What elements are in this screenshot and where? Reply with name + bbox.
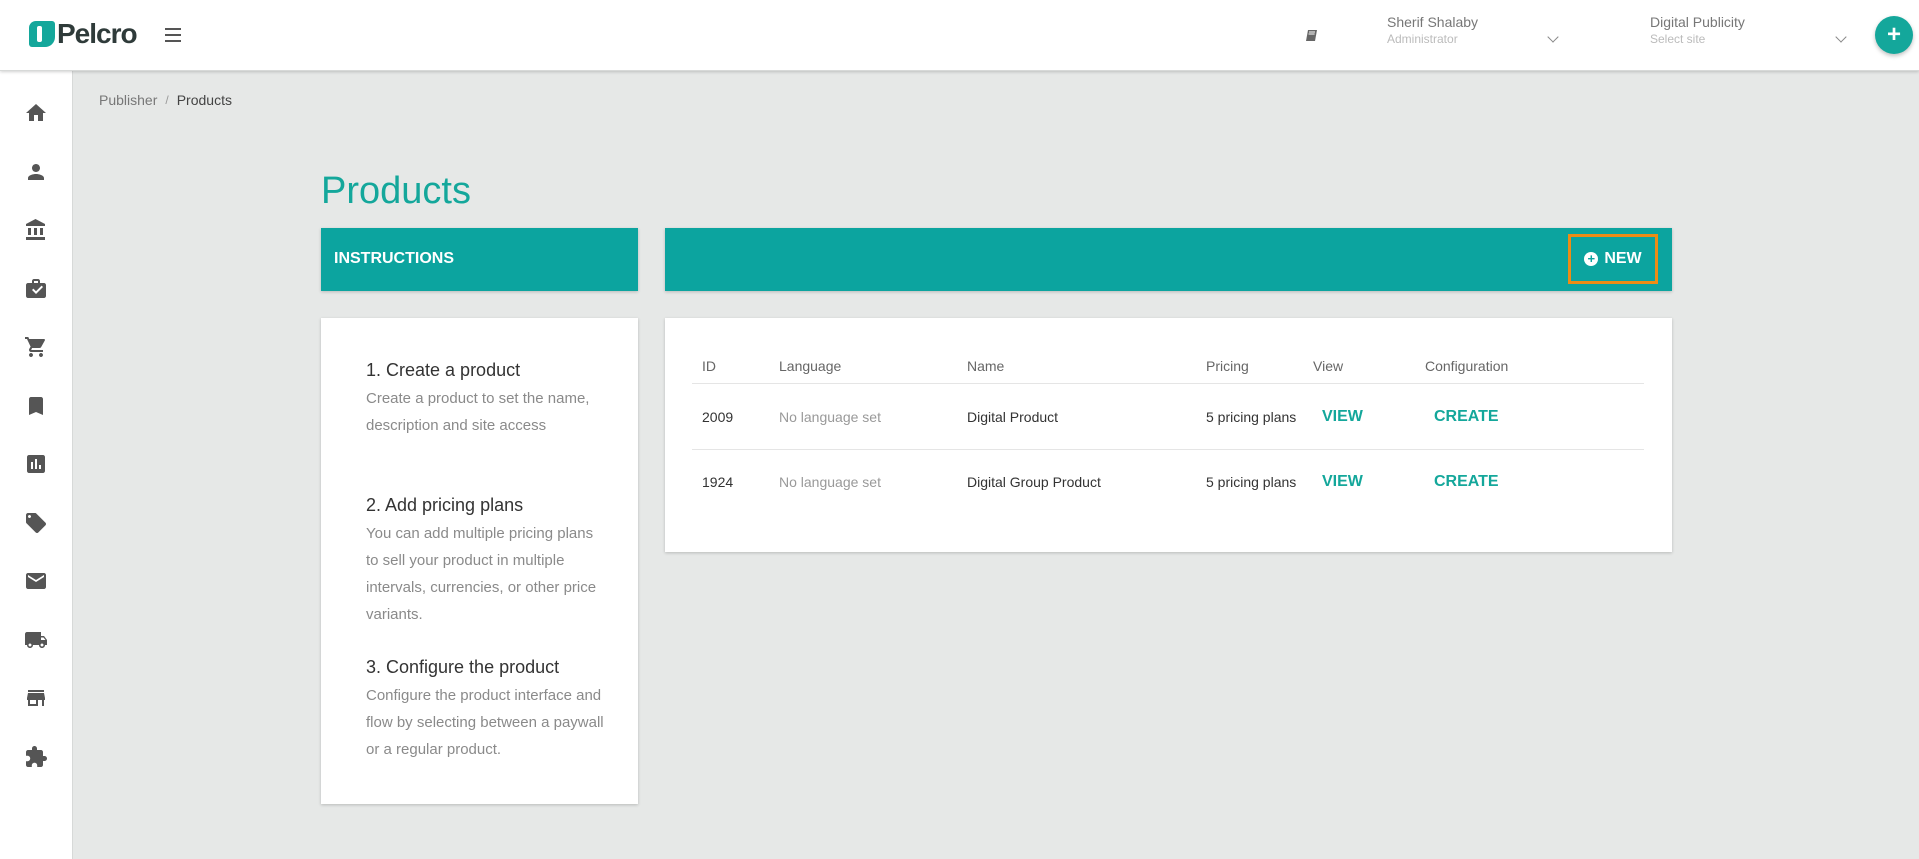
product-id: 1924 xyxy=(702,474,734,490)
site-selector[interactable]: Digital Publicity Select site xyxy=(1650,13,1850,47)
page-title: Products xyxy=(321,170,471,212)
column-header-view: View xyxy=(1313,357,1344,374)
view-product-button[interactable]: VIEW xyxy=(1322,473,1363,491)
bank-icon[interactable] xyxy=(24,218,48,242)
ticket-icon[interactable] xyxy=(24,511,48,535)
logo-mark-icon xyxy=(29,21,55,47)
sidebar xyxy=(0,71,73,859)
product-pricing: 5 pricing plans xyxy=(1206,474,1297,490)
column-header-pricing: Pricing xyxy=(1206,357,1249,374)
view-product-button[interactable]: VIEW xyxy=(1322,408,1363,426)
column-header-configuration: Configuration xyxy=(1425,357,1509,374)
briefcase-icon[interactable] xyxy=(24,277,48,301)
breadcrumb-publisher[interactable]: Publisher xyxy=(99,92,157,108)
product-name: Digital Group Product xyxy=(967,474,1101,490)
breadcrumb-separator: / xyxy=(165,93,169,107)
product-name: Digital Product xyxy=(967,408,1059,425)
user-menu[interactable]: Sherif Shalaby Administrator xyxy=(1387,13,1587,47)
new-product-button[interactable]: + NEW xyxy=(1568,234,1658,284)
mail-icon[interactable] xyxy=(24,569,48,593)
step-title: 3. Configure the product xyxy=(366,657,560,677)
add-button[interactable]: + xyxy=(1875,16,1913,54)
top-bar: Pelcro Sherif Shalaby Administrator Digi… xyxy=(0,0,1919,71)
truck-icon[interactable] xyxy=(24,628,48,652)
table-row: 2009 No language set Digital Product 5 p… xyxy=(692,384,1644,450)
book-icon[interactable] xyxy=(1305,29,1318,42)
puzzle-icon[interactable] xyxy=(24,745,48,769)
home-icon[interactable] xyxy=(24,101,48,125)
instructions-title: INSTRUCTIONS xyxy=(334,250,454,267)
column-header-id: ID xyxy=(702,357,716,374)
store-icon[interactable] xyxy=(24,686,48,710)
step-body: You can add multiple pricing plans to se… xyxy=(366,525,597,623)
products-table: ID Language Name Pricing View Configurat… xyxy=(665,318,1672,552)
table-header: ID Language Name Pricing View Configurat… xyxy=(692,348,1644,384)
product-language: No language set xyxy=(779,474,881,490)
create-configuration-button[interactable]: CREATE xyxy=(1434,473,1499,491)
chart-icon[interactable] xyxy=(24,452,48,476)
person-icon[interactable] xyxy=(24,160,48,184)
instruction-step: 3. Configure the product Configure the p… xyxy=(366,655,606,763)
product-language: No language set xyxy=(779,408,881,425)
logo-text: Pelcro xyxy=(57,18,138,49)
instruction-step: 1. Create a product Create a product to … xyxy=(366,358,606,439)
user-name: Sherif Shalaby xyxy=(1387,14,1479,30)
step-title: 2. Add pricing plans xyxy=(366,495,524,515)
column-header-name: Name xyxy=(967,357,1005,374)
product-pricing: 5 pricing plans xyxy=(1206,408,1297,425)
product-id: 2009 xyxy=(702,408,734,425)
breadcrumb-current: Products xyxy=(176,92,232,108)
menu-toggle-icon[interactable] xyxy=(165,28,181,42)
add-circle-icon: + xyxy=(1584,252,1599,266)
breadcrumb: Publisher / Products xyxy=(99,92,232,108)
column-header-language: Language xyxy=(779,357,842,374)
table-row: 1924 No language set Digital Group Produ… xyxy=(692,450,1644,514)
new-button-label: NEW xyxy=(1604,250,1642,267)
step-body: Configure the product interface and flow… xyxy=(366,687,604,758)
logo[interactable]: Pelcro xyxy=(29,18,138,49)
create-configuration-button[interactable]: CREATE xyxy=(1434,408,1499,426)
user-role: Administrator xyxy=(1387,32,1458,46)
step-body: Create a product to set the name, descri… xyxy=(366,390,590,434)
instruction-step: 2. Add pricing plans You can add multipl… xyxy=(366,493,606,628)
cart-icon[interactable] xyxy=(24,335,48,359)
step-title: 1. Create a product xyxy=(366,360,521,380)
site-placeholder: Select site xyxy=(1650,32,1706,46)
bookmark-icon[interactable] xyxy=(24,394,48,418)
instructions-header: INSTRUCTIONS xyxy=(321,228,638,291)
products-header: + NEW xyxy=(665,228,1672,291)
site-name: Digital Publicity xyxy=(1650,14,1745,30)
instructions-card: 1. Create a product Create a product to … xyxy=(321,318,638,804)
